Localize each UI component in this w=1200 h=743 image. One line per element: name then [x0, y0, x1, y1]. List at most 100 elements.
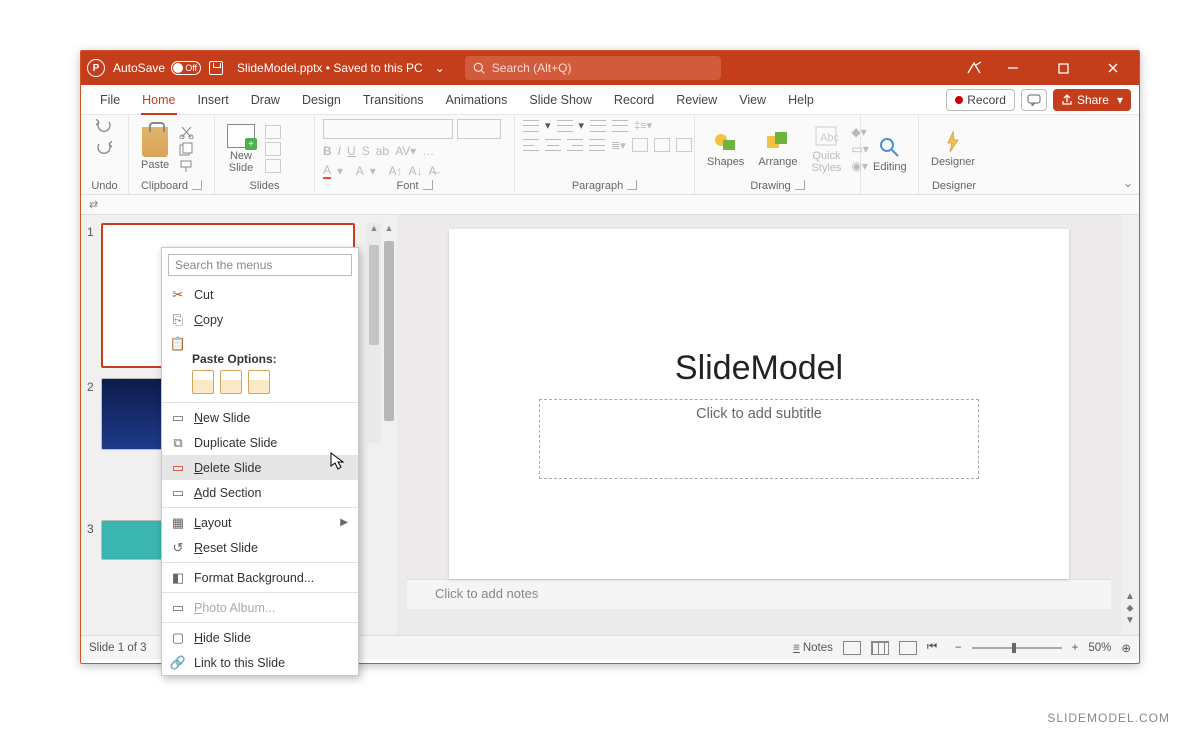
save-icon[interactable] — [209, 61, 223, 75]
sorter-view-button[interactable] — [871, 641, 889, 655]
layout-icon[interactable] — [265, 125, 281, 139]
tab-review[interactable]: Review — [665, 85, 728, 115]
align-center-button[interactable] — [545, 139, 561, 151]
menu-new-slide[interactable]: ▭New Slide — [162, 405, 358, 430]
numbering-button[interactable] — [557, 120, 573, 132]
notes-button[interactable]: ≡Notes — [793, 642, 833, 654]
menu-hide-slide[interactable]: ▢Hide Slide — [162, 625, 358, 650]
tab-file[interactable]: File — [89, 85, 131, 115]
record-button[interactable]: Record — [946, 89, 1015, 111]
minimize-button[interactable] — [993, 51, 1033, 85]
tab-slideshow[interactable]: Slide Show — [518, 85, 603, 115]
slide-canvas[interactable]: SlideModel Click to add subtitle — [449, 229, 1069, 579]
menu-search-input[interactable]: Search the menus — [168, 254, 352, 276]
slide-counter[interactable]: Slide 1 of 3 — [89, 642, 147, 654]
tab-view[interactable]: View — [728, 85, 777, 115]
slide-title[interactable]: SlideModel — [449, 349, 1069, 388]
zoom-level[interactable]: 50% — [1088, 642, 1111, 654]
close-button[interactable] — [1093, 51, 1133, 85]
panel-divider-scroll[interactable]: ▲ — [381, 215, 397, 635]
menu-cut[interactable]: ✂Cut — [162, 282, 358, 307]
line-spacing-button[interactable]: ‡≡▾ — [634, 119, 652, 132]
menu-reset-slide[interactable]: ↺Reset Slide — [162, 535, 358, 560]
bullets-button[interactable] — [523, 120, 539, 132]
editing-button[interactable]: Editing — [869, 135, 911, 175]
font-dialog-launcher[interactable] — [423, 180, 433, 190]
subtitle-placeholder[interactable]: Click to add subtitle — [539, 399, 979, 479]
designer-button[interactable]: Designer — [927, 128, 979, 170]
search-input[interactable]: Search (Alt+Q) — [465, 56, 721, 80]
vertical-scrollbar[interactable]: ▲⬥▼ — [1121, 215, 1139, 635]
collapse-ribbon-button[interactable]: ⌄ — [1123, 176, 1133, 190]
menu-copy[interactable]: ⎘Copy — [162, 307, 358, 332]
redo-icon[interactable] — [96, 141, 114, 155]
drawing-dialog-launcher[interactable] — [795, 180, 805, 190]
undo-icon[interactable] — [95, 119, 115, 133]
tab-record[interactable]: Record — [603, 85, 665, 115]
zoom-in-button[interactable]: + — [1072, 642, 1079, 654]
quick-styles-button[interactable]: AbcQuick Styles — [807, 122, 845, 176]
zoom-slider[interactable] — [972, 647, 1062, 649]
chevron-down-icon[interactable]: ⌄ — [435, 61, 445, 75]
comments-button[interactable] — [1021, 89, 1047, 111]
paste-picture[interactable] — [248, 370, 270, 394]
menu-delete-slide[interactable]: ▭Delete Slide — [162, 455, 358, 480]
align-left-button[interactable] — [523, 139, 539, 151]
slide-thumbnail-1[interactable]: Search the menus ✂Cut ⎘Copy 📋Paste Optio… — [101, 223, 355, 368]
menu-add-section[interactable]: ▭Add Section — [162, 480, 358, 505]
bold-button[interactable]: B — [323, 144, 332, 158]
tab-insert[interactable]: Insert — [187, 85, 240, 115]
paragraph-dialog-launcher[interactable] — [627, 180, 637, 190]
paste-keep-source[interactable] — [220, 370, 242, 394]
reset-icon[interactable] — [265, 142, 281, 156]
clear-format-button[interactable]: A̶ — [428, 164, 436, 178]
fit-to-window-button[interactable]: ⊕ — [1121, 641, 1131, 655]
decrease-font-button[interactable]: A↓ — [408, 164, 422, 178]
indent-increase-button[interactable] — [612, 120, 628, 132]
autosave-toggle[interactable]: AutoSave Off — [113, 61, 201, 75]
shapes-button[interactable]: Shapes — [703, 128, 748, 170]
tab-animations[interactable]: Animations — [435, 85, 519, 115]
char-spacing-button[interactable]: AV▾ — [395, 144, 416, 158]
menu-format-background[interactable]: ◧Format Background... — [162, 565, 358, 590]
tab-help[interactable]: Help — [777, 85, 825, 115]
highlight-button[interactable]: A — [356, 164, 364, 178]
menu-link-to-slide[interactable]: 🔗Link to this Slide — [162, 650, 358, 675]
menu-duplicate-slide[interactable]: ⧉Duplicate Slide — [162, 430, 358, 455]
cut-icon[interactable] — [179, 125, 195, 139]
font-color-button[interactable]: A — [323, 163, 331, 179]
share-button[interactable]: Share▾ — [1053, 89, 1131, 111]
paste-button[interactable]: Paste — [137, 125, 173, 173]
strikethrough-button[interactable]: S — [362, 144, 370, 158]
tab-home[interactable]: Home — [131, 85, 186, 115]
zoom-out-button[interactable]: − — [955, 642, 962, 654]
indent-decrease-button[interactable] — [590, 120, 606, 132]
font-size-select[interactable] — [457, 119, 501, 139]
paste-dest-theme[interactable] — [192, 370, 214, 394]
qat-customize-icon[interactable]: ⇄ — [89, 198, 98, 211]
shadow-button[interactable]: ab — [376, 144, 389, 158]
underline-button[interactable]: U — [347, 144, 356, 158]
smartart-button[interactable] — [676, 138, 692, 152]
menu-layout[interactable]: ▦Layout▶ — [162, 510, 358, 535]
align-text-button[interactable] — [654, 138, 670, 152]
arrange-button[interactable]: Arrange — [754, 128, 801, 170]
text-direction-button[interactable] — [632, 138, 648, 152]
clipboard-dialog-launcher[interactable] — [192, 180, 202, 190]
ribbon-display-icon[interactable] — [965, 59, 983, 77]
section-icon[interactable] — [265, 159, 281, 173]
align-right-button[interactable] — [567, 139, 583, 151]
format-painter-icon[interactable] — [179, 159, 195, 173]
tab-draw[interactable]: Draw — [240, 85, 291, 115]
thumbnail-scrollbar[interactable]: ▲ — [367, 223, 381, 443]
increase-font-button[interactable]: A↑ — [388, 164, 402, 178]
maximize-button[interactable] — [1043, 51, 1083, 85]
slideshow-view-button[interactable]: ⏮ — [927, 641, 945, 655]
justify-button[interactable] — [589, 139, 605, 151]
copy-icon[interactable] — [179, 142, 195, 156]
italic-button[interactable]: I — [338, 144, 341, 158]
tab-transitions[interactable]: Transitions — [352, 85, 435, 115]
tab-design[interactable]: Design — [291, 85, 352, 115]
new-slide-button[interactable]: New Slide — [223, 122, 259, 176]
notes-pane[interactable]: Click to add notes — [407, 579, 1111, 609]
